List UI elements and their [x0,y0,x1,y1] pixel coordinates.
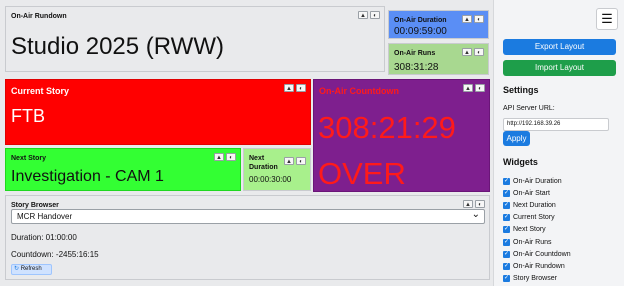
toggle-icon[interactable]: ◐ [370,11,380,19]
rundown-value: Studio 2025 (RWW) [11,33,224,60]
settings-heading: Settings [503,85,539,95]
next-duration-controls: ▲ ◐ [284,157,306,165]
widget-label: Next Duration [513,201,556,209]
next-story-title: Next Story [11,155,47,162]
toggle-icon[interactable]: ◐ [475,84,485,92]
current-story-controls: ▲ ◐ [284,84,306,92]
widget-checkbox-item[interactable]: ✓ Current Story [503,212,571,224]
refresh-button[interactable]: ↻ Refresh [11,264,52,275]
countdown-status: OVER [318,156,406,191]
api-url-input[interactable]: http://192.168.39.26 [503,118,609,131]
export-layout-button[interactable]: Export Layout [503,39,616,55]
move-up-icon[interactable]: ▲ [214,153,224,161]
widget-checkbox-item[interactable]: ✓ On-Air Runs [503,236,571,248]
duration-value: 00:09:59:00 [394,26,447,37]
toggle-icon[interactable]: ◐ [474,48,484,56]
move-up-icon[interactable]: ▲ [284,157,294,165]
checkbox-icon: ✓ [503,238,510,246]
api-url-label: API Server URL: [503,105,555,112]
checkbox-icon: ✓ [503,262,510,270]
next-duration-title-line2: Duration [249,164,278,171]
widget-label: Next Story [513,226,546,234]
duration-widget: On-Air Duration ▲ ◐ 00:09:59:00 [388,10,489,39]
widget-label: On-Air Rundown [513,262,565,270]
story-countdown: Countdown: -2455:16:15 [11,250,99,259]
move-up-icon[interactable]: ▲ [358,11,368,19]
countdown-widget: On-Air Countdown ▲ ◐ 308:21:29 OVER [313,79,490,192]
widget-checkbox-item[interactable]: ✓ Story Browser [503,273,571,285]
menu-icon[interactable]: ☰ [596,8,618,30]
toggle-icon[interactable]: ◐ [296,157,306,165]
runs-controls: ▲ ◐ [462,48,484,56]
runs-widget: On-Air Runs ▲ ◐ 308:31:28 [388,43,489,75]
move-up-icon[interactable]: ▲ [463,200,473,208]
toggle-icon[interactable]: ◐ [226,153,236,161]
story-select-value: MCR Handover [17,212,73,221]
move-up-icon[interactable]: ▲ [463,84,473,92]
current-story-widget: Current Story ▲ ◐ FTB [5,79,311,145]
next-story-controls: ▲ ◐ [214,153,236,161]
checkbox-icon: ✓ [503,214,510,222]
checkbox-icon: ✓ [503,189,510,197]
countdown-controls: ▲ ◐ [463,84,485,92]
widget-checklist: ✓ On-Air Duration ✓ On-Air Start ✓ Next Dur… [503,175,571,285]
refresh-icon: ↻ [14,266,20,272]
story-browser-widget: Story Browser ▲ ◐ MCR Handover ⌄ Duratio… [5,195,490,280]
runs-title: On-Air Runs [394,50,436,57]
widget-label: Story Browser [513,275,557,283]
toggle-icon[interactable]: ◐ [475,200,485,208]
chevron-down-icon: ⌄ [471,209,480,220]
widget-checkbox-item[interactable]: ✓ Next Story [503,224,571,236]
checkbox-icon: ✓ [503,201,510,209]
widget-checkbox-item[interactable]: ✓ On-Air Start [503,187,571,199]
duration-title: On-Air Duration [394,17,447,24]
duration-controls: ▲ ◐ [462,15,484,23]
widget-checkbox-item[interactable]: ✓ On-Air Countdown [503,248,571,260]
toggle-icon[interactable]: ◐ [474,15,484,23]
checkbox-icon: ✓ [503,250,510,258]
toggle-icon[interactable]: ◐ [296,84,306,92]
import-layout-button[interactable]: Import Layout [503,60,616,76]
story-duration: Duration: 01:00:00 [11,233,77,242]
next-duration-value: 00:00:30:00 [249,175,292,184]
widget-label: Current Story [513,214,555,222]
refresh-label: Refresh [20,266,42,272]
next-duration-title-line1: Next [249,155,265,162]
countdown-title: On-Air Countdown [319,86,399,96]
checkbox-icon: ✓ [503,226,510,234]
current-story-value: FTB [11,106,45,126]
next-story-widget: Next Story ▲ ◐ Investigation - CAM 1 [5,148,241,191]
rundown-widget: On-Air Rundown ▲ ◐ Studio 2025 (RWW) [5,6,385,72]
runs-value: 308:31:28 [394,62,439,73]
rundown-controls: ▲ ◐ [358,11,380,19]
widget-label: On-Air Runs [513,238,552,246]
story-select[interactable]: MCR Handover ⌄ [11,209,485,224]
current-story-title: Current Story [11,86,70,96]
move-up-icon[interactable]: ▲ [462,15,472,23]
checkbox-icon: ✓ [503,177,510,185]
widget-label: On-Air Duration [513,177,562,185]
countdown-value: 308:21:29 [318,110,456,145]
next-duration-widget: Next Duration ▲ ◐ 00:00:30:00 [243,148,311,191]
widget-label: On-Air Countdown [513,250,571,258]
apply-button[interactable]: Apply [503,131,530,146]
widgets-heading: Widgets [503,157,538,167]
story-browser-controls: ▲ ◐ [463,200,485,208]
rundown-title: On-Air Rundown [11,13,67,20]
move-up-icon[interactable]: ▲ [462,48,472,56]
move-up-icon[interactable]: ▲ [284,84,294,92]
next-story-value: Investigation - CAM 1 [11,168,164,185]
checkbox-icon: ✓ [503,275,510,283]
widget-checkbox-item[interactable]: ✓ On-Air Rundown [503,260,571,272]
sidebar: ☰ Export Layout Import Layout Settings A… [493,0,624,286]
widget-checkbox-item[interactable]: ✓ On-Air Duration [503,175,571,187]
widget-checkbox-item[interactable]: ✓ Next Duration [503,199,571,211]
widget-label: On-Air Start [513,189,550,197]
dashboard-area: On-Air Rundown ▲ ◐ Studio 2025 (RWW) On-… [0,0,493,286]
